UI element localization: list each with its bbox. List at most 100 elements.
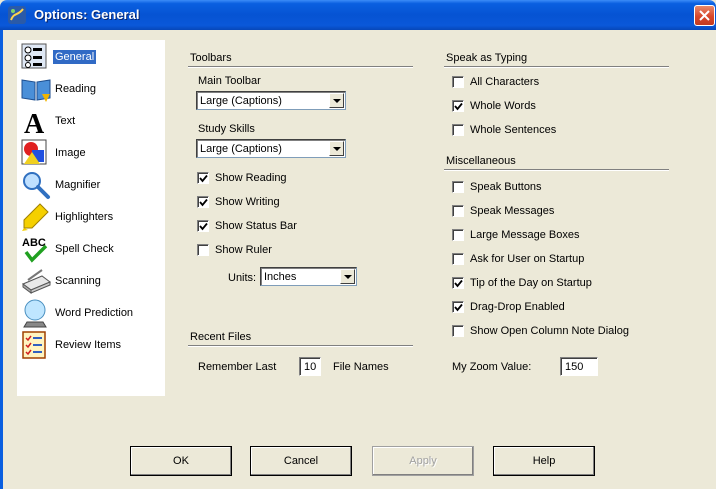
speak-buttons-checkbox[interactable]: Speak Buttons bbox=[452, 181, 672, 195]
main-toolbar-select[interactable]: Large (Captions) bbox=[196, 91, 346, 110]
show-ruler-checkbox[interactable]: Show Ruler bbox=[197, 244, 357, 258]
close-button[interactable] bbox=[694, 5, 715, 26]
highlighter-icon bbox=[22, 203, 49, 231]
checkbox-label: Show Open Column Note Dialog bbox=[470, 325, 629, 337]
file-names-label: File Names bbox=[333, 361, 389, 373]
checkbox-box[interactable] bbox=[452, 301, 464, 313]
svg-text:ABC: ABC bbox=[22, 237, 46, 249]
speak-as-typing-divider bbox=[444, 66, 669, 68]
checkbox-box[interactable] bbox=[197, 244, 209, 256]
checkbox-box[interactable] bbox=[452, 253, 464, 265]
scanner-icon bbox=[22, 269, 51, 294]
checkbox-box[interactable] bbox=[452, 205, 464, 217]
recent-files-divider bbox=[188, 345, 413, 347]
large-message-boxes-checkbox[interactable]: Large Message Boxes bbox=[452, 229, 672, 243]
nav-item-magnifier[interactable]: Magnifier bbox=[17, 170, 165, 200]
checkbox-label: Drag-Drop Enabled bbox=[470, 301, 565, 313]
checkbox-label: Show Writing bbox=[215, 196, 280, 208]
show-writing-checkbox[interactable]: Show Writing bbox=[197, 196, 357, 210]
checkbox-label: Show Ruler bbox=[215, 244, 272, 256]
checkbox-box[interactable] bbox=[452, 325, 464, 337]
checkbox-box[interactable] bbox=[197, 196, 209, 208]
text-icon: A bbox=[24, 109, 45, 136]
study-skills-label: Study Skills bbox=[198, 123, 255, 135]
recent-files-count-value: 10 bbox=[304, 361, 317, 373]
study-skills-select[interactable]: Large (Captions) bbox=[196, 139, 346, 158]
nav-item-image[interactable]: Image bbox=[17, 138, 165, 168]
nav-item-scanning[interactable]: Scanning bbox=[17, 266, 165, 296]
whole-words-checkbox[interactable]: Whole Words bbox=[452, 100, 652, 114]
show-reading-checkbox[interactable]: Show Reading bbox=[197, 172, 357, 186]
check-icon bbox=[454, 303, 463, 312]
study-skills-value: Large (Captions) bbox=[200, 143, 282, 155]
checkbox-box[interactable] bbox=[452, 229, 464, 241]
chevron-down-icon[interactable] bbox=[340, 269, 355, 284]
svg-text:A: A bbox=[24, 109, 45, 136]
nav-label: Image bbox=[55, 147, 86, 159]
checklist-icon bbox=[22, 331, 46, 359]
chevron-down-icon[interactable] bbox=[329, 141, 344, 156]
whole-sentences-checkbox[interactable]: Whole Sentences bbox=[452, 124, 652, 138]
checkbox-label: Whole Words bbox=[470, 100, 536, 112]
magnifier-icon bbox=[23, 172, 50, 199]
checkbox-box[interactable] bbox=[197, 220, 209, 232]
nav-item-highlighters[interactable]: Highlighters bbox=[17, 202, 165, 232]
window-title: Options: General bbox=[34, 7, 140, 22]
show-open-column-note-checkbox[interactable]: Show Open Column Note Dialog bbox=[452, 325, 672, 339]
nav-label: Scanning bbox=[55, 275, 101, 287]
checkbox-label: Show Reading bbox=[215, 172, 287, 184]
nav-label: Highlighters bbox=[55, 211, 114, 223]
cancel-button[interactable]: Cancel bbox=[250, 446, 352, 476]
category-list[interactable]: General Reading A Text Image Magnifier H… bbox=[17, 40, 165, 396]
nav-label: Word Prediction bbox=[55, 307, 134, 319]
nav-item-word-prediction[interactable]: Word Prediction bbox=[17, 298, 165, 328]
checkbox-box[interactable] bbox=[452, 181, 464, 193]
checkbox-label: Large Message Boxes bbox=[470, 229, 580, 241]
nav-label: Text bbox=[55, 115, 76, 127]
checkbox-label: Tip of the Day on Startup bbox=[470, 277, 592, 289]
checkbox-box[interactable] bbox=[197, 172, 209, 184]
check-icon bbox=[454, 102, 463, 111]
apply-button[interactable]: Apply bbox=[372, 446, 474, 476]
ok-button[interactable]: OK bbox=[130, 446, 232, 476]
checkbox-box[interactable] bbox=[452, 100, 464, 112]
show-status-bar-checkbox[interactable]: Show Status Bar bbox=[197, 220, 357, 234]
nav-item-text[interactable]: A Text bbox=[17, 106, 165, 136]
nav-item-general[interactable]: General bbox=[17, 42, 165, 72]
nav-label: Review Items bbox=[55, 339, 122, 351]
zoom-value: 150 bbox=[565, 361, 584, 373]
crystal-ball-icon bbox=[23, 299, 47, 328]
all-characters-checkbox[interactable]: All Characters bbox=[452, 76, 652, 90]
title-bar[interactable]: Options: General bbox=[0, 0, 716, 30]
units-select[interactable]: Inches bbox=[260, 267, 357, 286]
recent-files-count-input[interactable]: 10 bbox=[299, 357, 321, 376]
nav-item-review-items[interactable]: Review Items bbox=[17, 330, 165, 360]
general-icon bbox=[21, 43, 47, 69]
remember-last-label: Remember Last bbox=[198, 361, 277, 373]
ask-for-user-checkbox[interactable]: Ask for User on Startup bbox=[452, 253, 672, 267]
toolbars-heading: Toolbars bbox=[190, 52, 232, 64]
nav-label: Spell Check bbox=[55, 243, 114, 255]
nav-item-reading[interactable]: Reading bbox=[17, 74, 165, 104]
book-icon bbox=[21, 79, 51, 102]
main-toolbar-value: Large (Captions) bbox=[200, 95, 282, 107]
drag-drop-enabled-checkbox[interactable]: Drag-Drop Enabled bbox=[452, 301, 672, 315]
nav-item-spell-check[interactable]: ABC Spell Check bbox=[17, 234, 165, 264]
tip-of-the-day-checkbox[interactable]: Tip of the Day on Startup bbox=[452, 277, 672, 291]
recent-files-heading: Recent Files bbox=[190, 331, 252, 343]
check-icon bbox=[454, 279, 463, 288]
main-toolbar-label: Main Toolbar bbox=[198, 75, 261, 87]
checkbox-label: Speak Buttons bbox=[470, 181, 542, 193]
window-frame bbox=[0, 30, 3, 489]
help-button[interactable]: Help bbox=[493, 446, 595, 476]
speak-messages-checkbox[interactable]: Speak Messages bbox=[452, 205, 672, 219]
miscellaneous-divider bbox=[444, 169, 669, 171]
miscellaneous-heading: Miscellaneous bbox=[446, 155, 516, 167]
chevron-down-icon[interactable] bbox=[329, 93, 344, 108]
checkbox-box[interactable] bbox=[452, 76, 464, 88]
checkbox-box[interactable] bbox=[452, 124, 464, 136]
zoom-value-input[interactable]: 150 bbox=[560, 357, 598, 376]
check-icon bbox=[199, 198, 208, 207]
checkbox-box[interactable] bbox=[452, 277, 464, 289]
options-dialog: Options: General General Reading A Text … bbox=[0, 0, 716, 489]
